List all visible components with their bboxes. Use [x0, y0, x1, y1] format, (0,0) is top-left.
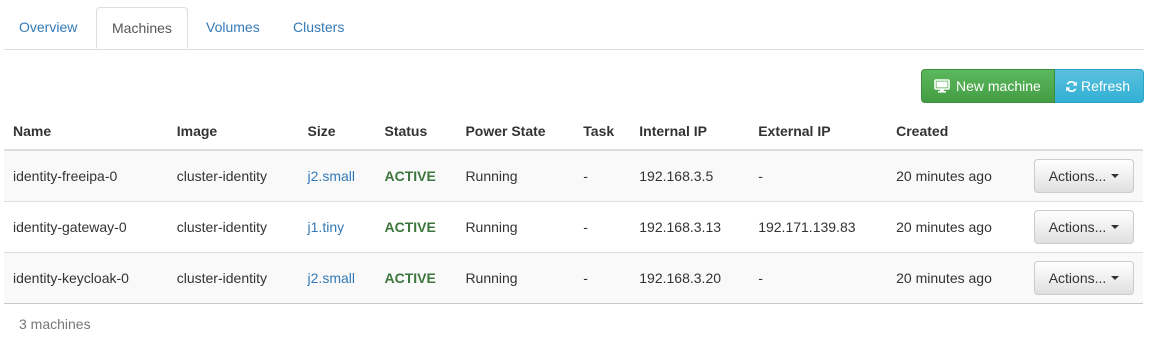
- machine-power-state: Running: [456, 150, 575, 202]
- column-header-status[interactable]: Status: [375, 112, 457, 151]
- column-header-image[interactable]: Image: [167, 112, 299, 151]
- table-row: identity-freeipa-0 cluster-identity j2.s…: [4, 150, 1143, 202]
- machines-table: Name Image Size Status Power State Task …: [4, 112, 1143, 304]
- actions-label: Actions...: [1048, 218, 1107, 235]
- machine-external-ip: 192.171.139.83: [749, 201, 888, 253]
- machine-internal-ip: 192.168.3.13: [630, 201, 750, 253]
- actions-label: Actions...: [1048, 269, 1107, 286]
- machine-image: cluster-identity: [167, 201, 299, 253]
- tab-machines[interactable]: Machines: [96, 7, 188, 49]
- machines-page: Overview Machines Volumes Clusters New m…: [0, 0, 1149, 346]
- new-machine-label: New machine: [956, 78, 1041, 94]
- machine-internal-ip: 192.168.3.5: [630, 150, 750, 202]
- column-header-size[interactable]: Size: [298, 112, 376, 151]
- toolbar: New machine Refresh: [921, 69, 1144, 103]
- machine-task: -: [574, 252, 631, 304]
- column-header-power-state[interactable]: Power State: [456, 112, 575, 151]
- machine-image: cluster-identity: [167, 150, 299, 202]
- tab-clusters[interactable]: Clusters: [278, 7, 359, 48]
- machine-task: -: [574, 150, 631, 202]
- new-machine-button[interactable]: New machine: [921, 69, 1055, 103]
- column-header-actions: [1024, 112, 1143, 151]
- machine-power-state: Running: [456, 201, 575, 253]
- column-header-internal-ip[interactable]: Internal IP: [630, 112, 750, 151]
- tab-volumes[interactable]: Volumes: [191, 7, 275, 48]
- table-header-row: Name Image Size Status Power State Task …: [4, 112, 1143, 151]
- machine-created: 20 minutes ago: [887, 201, 1025, 253]
- column-header-created[interactable]: Created: [887, 112, 1025, 151]
- status-badge: ACTIVE: [384, 218, 436, 235]
- tab-overview[interactable]: Overview: [4, 7, 92, 48]
- column-header-external-ip[interactable]: External IP: [749, 112, 888, 151]
- actions-dropdown-button[interactable]: Actions...: [1034, 158, 1134, 193]
- table-row: identity-gateway-0 cluster-identity j1.t…: [4, 201, 1143, 253]
- status-badge: ACTIVE: [384, 269, 436, 286]
- desktop-icon: [934, 79, 950, 93]
- actions-dropdown-button[interactable]: Actions...: [1034, 260, 1134, 295]
- machine-task: -: [574, 201, 631, 253]
- machine-power-state: Running: [456, 252, 575, 304]
- machine-name: identity-keycloak-0: [4, 252, 168, 304]
- machine-size-link[interactable]: j1.tiny: [308, 219, 345, 235]
- actions-label: Actions...: [1048, 167, 1107, 184]
- machine-created: 20 minutes ago: [887, 150, 1025, 202]
- table-row: identity-keycloak-0 cluster-identity j2.…: [4, 252, 1143, 304]
- machine-name: identity-gateway-0: [4, 201, 168, 253]
- caret-down-icon: [1111, 275, 1120, 280]
- actions-dropdown-button[interactable]: Actions...: [1034, 209, 1134, 244]
- machine-count: 3 machines: [19, 316, 91, 332]
- machine-size-link[interactable]: j2.small: [308, 270, 355, 286]
- refresh-button[interactable]: Refresh: [1055, 69, 1144, 103]
- machine-size-link[interactable]: j2.small: [308, 168, 355, 184]
- machine-external-ip: -: [749, 252, 888, 304]
- caret-down-icon: [1111, 224, 1120, 229]
- column-header-task[interactable]: Task: [574, 112, 631, 151]
- machine-external-ip: -: [749, 150, 888, 202]
- tab-bar: Overview Machines Volumes Clusters: [4, 7, 1144, 50]
- column-header-name[interactable]: Name: [4, 112, 168, 151]
- machine-name: identity-freeipa-0: [4, 150, 168, 202]
- refresh-icon: [1065, 80, 1078, 93]
- caret-down-icon: [1111, 173, 1120, 178]
- refresh-label: Refresh: [1081, 78, 1131, 94]
- machine-internal-ip: 192.168.3.20: [630, 252, 750, 304]
- machine-image: cluster-identity: [167, 252, 299, 304]
- status-badge: ACTIVE: [384, 167, 436, 184]
- machine-created: 20 minutes ago: [887, 252, 1025, 304]
